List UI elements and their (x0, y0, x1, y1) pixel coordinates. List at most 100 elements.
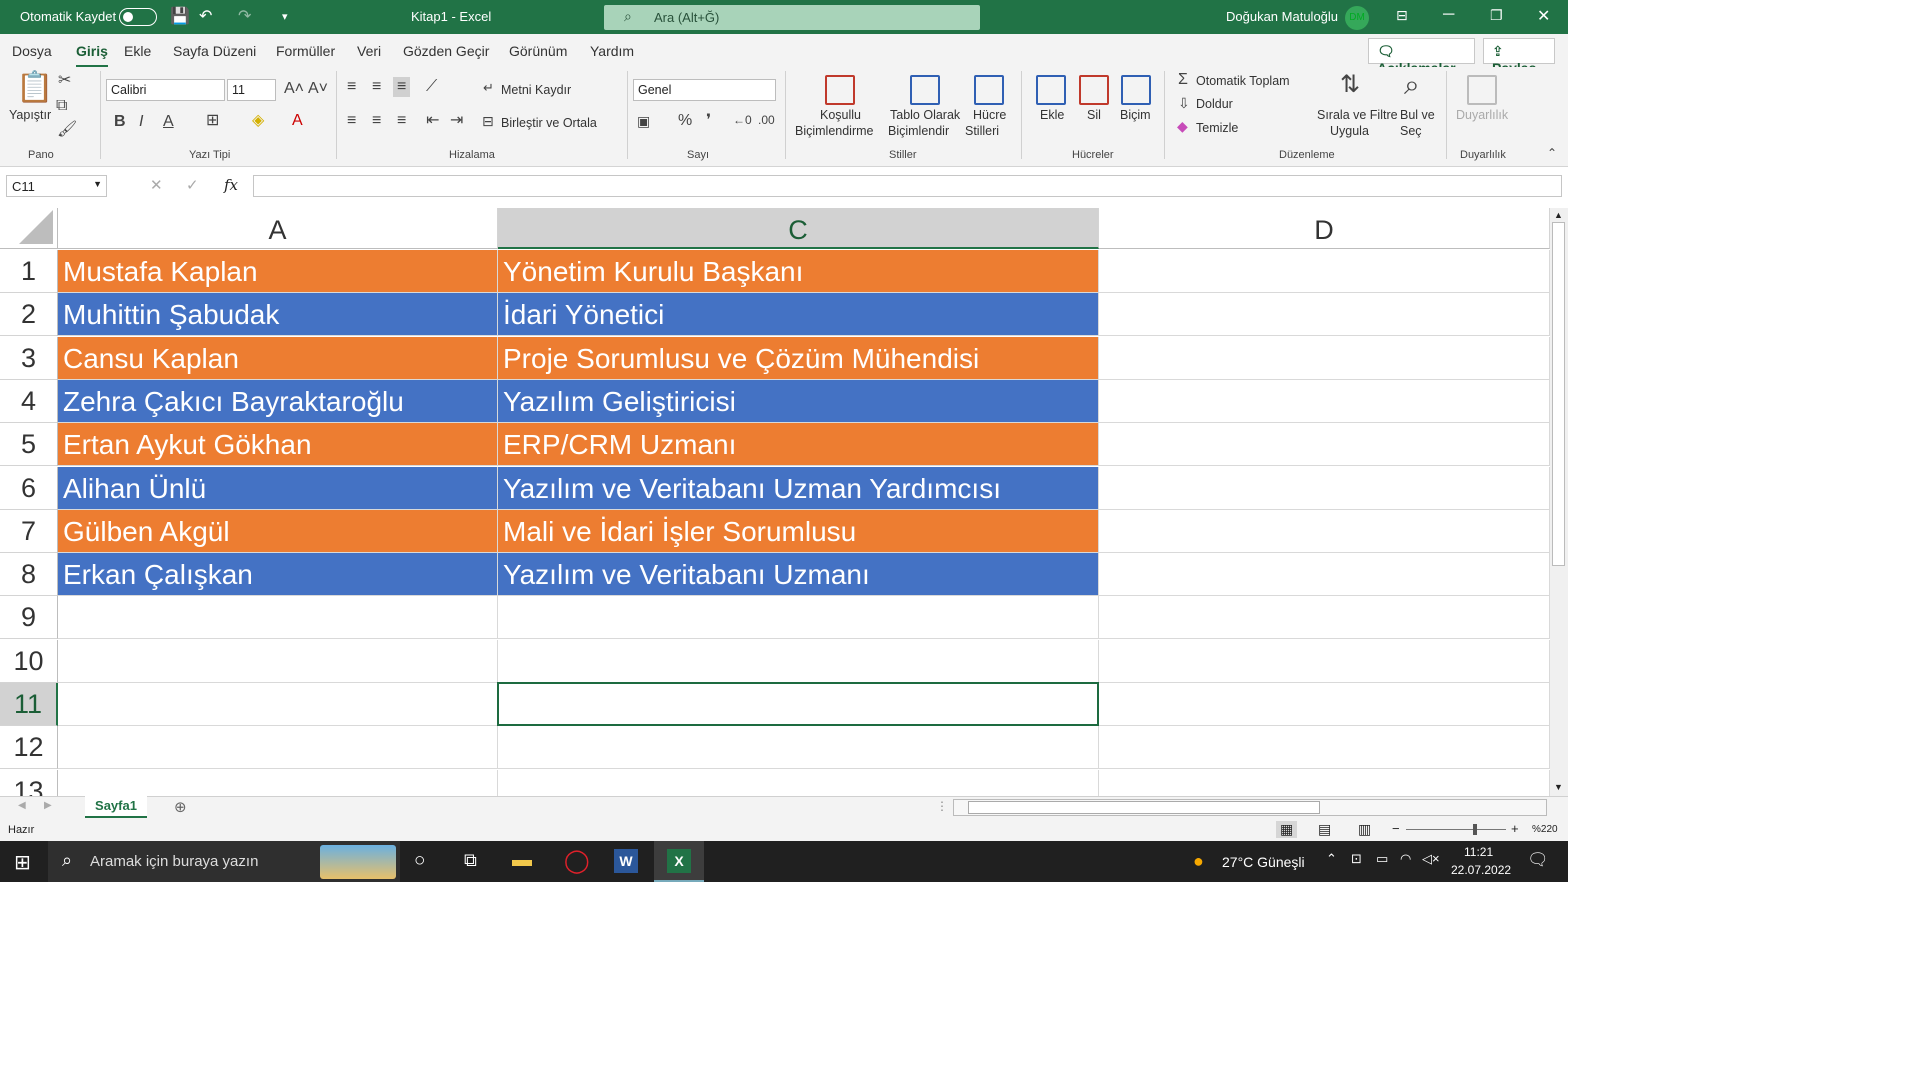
cancel-icon[interactable]: ✕ (150, 176, 163, 194)
autosave-toggle[interactable] (119, 8, 157, 26)
column-header-a[interactable]: A (58, 208, 498, 249)
page-layout-icon[interactable]: ▤ (1318, 821, 1331, 838)
delete-cells-label[interactable]: Sil (1087, 108, 1101, 122)
format-cells-icon[interactable] (1121, 75, 1151, 105)
copy-icon[interactable]: ⧉ (56, 98, 67, 114)
font-name-combo[interactable]: Calibri (106, 79, 225, 101)
wrap-text-button[interactable]: Metni Kaydır (501, 83, 571, 97)
borders-icon[interactable]: ⊞ (206, 113, 219, 129)
row-header[interactable]: 2 (0, 293, 58, 336)
row-header[interactable]: 13 (0, 770, 58, 796)
clock-date[interactable]: 22.07.2022 (1451, 863, 1511, 877)
task-view-icon[interactable]: ⧉ (464, 850, 477, 871)
zoom-out-icon[interactable]: − (1392, 821, 1400, 836)
cell-styles-icon[interactable] (974, 75, 1004, 105)
orientation-icon[interactable]: ⟋ (426, 79, 437, 95)
select-all-corner[interactable] (0, 208, 58, 249)
vertical-scrollbar[interactable]: ▲ ▼ (1550, 208, 1568, 796)
row-header[interactable]: 7 (0, 510, 58, 553)
row-header[interactable]: 8 (0, 553, 58, 596)
formula-input[interactable] (253, 175, 1562, 197)
insert-function-icon[interactable]: fx (224, 176, 238, 194)
cell-d[interactable] (1099, 510, 1550, 553)
next-sheet-icon[interactable]: ▶ (44, 800, 52, 811)
column-header-d[interactable]: D (1099, 208, 1550, 249)
row-header[interactable]: 4 (0, 380, 58, 423)
clear-icon[interactable]: ◆ (1177, 119, 1188, 133)
word-icon[interactable]: W (614, 849, 638, 873)
font-size-combo[interactable]: 11 (227, 79, 276, 101)
horizontal-scroll-thumb[interactable] (968, 801, 1320, 814)
horizontal-scrollbar[interactable] (953, 799, 1547, 816)
underline-icon[interactable]: A (163, 114, 174, 130)
prev-sheet-icon[interactable]: ◀ (18, 800, 26, 811)
search-box[interactable]: ⌕ Ara (Alt+Ğ) (604, 5, 980, 30)
wifi-icon[interactable]: ◠ (1400, 851, 1411, 867)
autosum-icon[interactable]: Σ (1178, 72, 1188, 88)
redo-icon[interactable]: ↷ (238, 6, 251, 26)
zoom-slider-thumb[interactable] (1473, 824, 1477, 835)
cut-icon[interactable]: ✂ (58, 73, 71, 89)
align-bottom-icon[interactable]: ≡ (393, 77, 411, 97)
find-select-label-2[interactable]: Seç (1400, 124, 1422, 138)
cell-a[interactable] (58, 726, 498, 769)
cell-d[interactable] (1099, 293, 1550, 336)
row-header[interactable]: 1 (0, 250, 58, 293)
cell-a[interactable]: Ertan Aykut Gökhan (58, 423, 498, 466)
cell-d[interactable] (1099, 423, 1550, 466)
cell-d[interactable] (1099, 726, 1550, 769)
decrease-indent-icon[interactable]: ⇤ (426, 113, 439, 129)
format-as-table-label-2[interactable]: Biçimlendir (888, 124, 949, 138)
row-header[interactable]: 12 (0, 726, 58, 769)
cell-d[interactable] (1099, 640, 1550, 683)
cell-c[interactable]: Yazılım ve Veritabanı Uzman Yardımcısı (498, 467, 1099, 510)
add-sheet-icon[interactable]: ⊕ (174, 798, 187, 816)
zoom-in-icon[interactable]: + (1511, 821, 1519, 836)
insert-cells-icon[interactable] (1036, 75, 1066, 105)
fill-color-icon[interactable]: ◈ (252, 113, 264, 129)
paste-label[interactable]: Yapıştır (9, 108, 51, 122)
windows-start-icon[interactable]: ⊞ (14, 850, 31, 875)
cell-c[interactable] (498, 726, 1099, 769)
bold-icon[interactable]: B (114, 114, 126, 130)
share-button[interactable]: ⇪ Paylaş (1483, 38, 1555, 76)
row-header[interactable]: 11 (0, 683, 58, 726)
tab-veri[interactable]: Veri (357, 43, 381, 59)
merge-center-icon[interactable]: ⊟ (482, 114, 494, 128)
find-select-label-1[interactable]: Bul ve (1400, 108, 1435, 122)
page-break-icon[interactable]: ▥ (1358, 821, 1371, 838)
fill-icon[interactable]: ⇩ (1178, 96, 1190, 110)
tab-dosya[interactable]: Dosya (12, 43, 52, 59)
customize-toolbar-icon[interactable]: ▾ (282, 10, 288, 23)
minimize-icon[interactable]: ─ (1443, 6, 1454, 24)
conditional-format-label-2[interactable]: Biçimlendirme (795, 124, 874, 138)
cell-d[interactable] (1099, 380, 1550, 423)
row-header[interactable]: 3 (0, 337, 58, 380)
volume-icon[interactable]: ◁× (1422, 851, 1440, 867)
cell-d[interactable] (1099, 467, 1550, 510)
tab-sayfa-duzeni[interactable]: Sayfa Düzeni (173, 43, 256, 59)
cell-d[interactable] (1099, 337, 1550, 380)
cell-c[interactable] (498, 640, 1099, 683)
sort-filter-label-1[interactable]: Sırala ve Filtre (1317, 108, 1398, 122)
user-name[interactable]: Doğukan Matuloğlu (1226, 9, 1338, 24)
cell-a[interactable] (58, 683, 498, 726)
cell-d[interactable] (1099, 553, 1550, 596)
cortana-icon[interactable]: ○ (414, 850, 425, 872)
sheet-tab-sayfa1[interactable]: Sayfa1 (85, 796, 147, 818)
align-center-icon[interactable]: ≡ (372, 113, 381, 129)
cell-c[interactable]: Mali ve İdari İşler Sorumlusu (498, 510, 1099, 553)
cell-d[interactable] (1099, 596, 1550, 639)
row-header[interactable]: 5 (0, 423, 58, 466)
selected-cell-c11[interactable] (497, 682, 1099, 726)
percent-icon[interactable]: % (678, 113, 692, 129)
increase-indent-icon[interactable]: ⇥ (450, 113, 463, 129)
align-middle-icon[interactable]: ≡ (372, 79, 381, 95)
cell-c[interactable]: Proje Sorumlusu ve Çözüm Mühendisi (498, 337, 1099, 380)
vertical-scroll-thumb[interactable] (1552, 222, 1565, 566)
scroll-up-icon[interactable]: ▲ (1554, 210, 1563, 220)
cell-a[interactable] (58, 640, 498, 683)
cell-a[interactable]: Zehra Çakıcı Bayraktaroğlu (58, 380, 498, 423)
fill-button[interactable]: Doldur (1196, 97, 1233, 111)
enter-icon[interactable]: ✓ (186, 176, 199, 194)
